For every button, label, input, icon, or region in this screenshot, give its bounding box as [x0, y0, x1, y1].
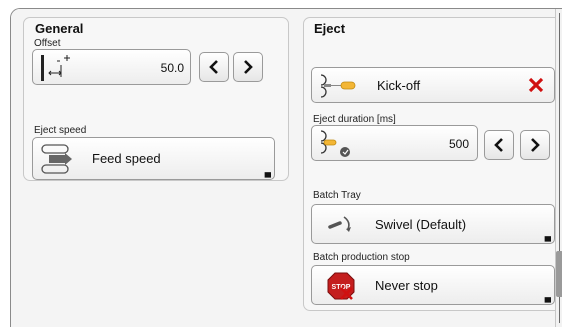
eject-mode-select[interactable]: Kick-off	[311, 67, 555, 103]
eject-speed-select[interactable]: Feed speed ▄	[32, 137, 275, 180]
offset-increase-button[interactable]	[233, 52, 263, 82]
batch-stop-label: Batch production stop	[313, 252, 410, 263]
settings-canvas: General Offset 50.0 Eject speed Feed spe…	[11, 9, 562, 327]
batch-tray-select[interactable]: Swivel (Default) ▄	[311, 204, 555, 244]
offset-icon	[41, 55, 70, 81]
batch-tray-label: Batch Tray	[313, 190, 361, 201]
dropdown-indicator-icon: ▄	[264, 167, 271, 177]
eject-duration-icon	[320, 130, 350, 157]
eject-speed-value: Feed speed	[92, 151, 161, 166]
offset-input[interactable]: 50.0	[32, 49, 191, 85]
general-title: General	[35, 21, 84, 36]
general-panel: General Offset 50.0 Eject speed Feed spe…	[23, 17, 289, 181]
offset-value: 50.0	[160, 61, 184, 75]
eject-duration-decrease-button[interactable]	[484, 130, 514, 160]
eject-duration-increase-button[interactable]	[520, 130, 550, 160]
eject-duration-input[interactable]: 500	[311, 125, 478, 161]
batch-stop-value: Never stop	[375, 278, 438, 293]
swivel-icon	[328, 216, 351, 232]
vertical-scrollbar[interactable]	[555, 9, 562, 327]
offset-label: Offset	[34, 38, 61, 49]
chevron-left-icon	[494, 138, 503, 152]
eject-mode-value: Kick-off	[377, 78, 421, 93]
scrollbar-thumb[interactable]	[556, 251, 562, 297]
feed-speed-icon	[41, 144, 72, 174]
settings-window: General Offset 50.0 Eject speed Feed spe…	[10, 8, 562, 327]
close-icon[interactable]	[528, 77, 544, 93]
dropdown-indicator-icon: ▄	[544, 231, 551, 241]
chevron-left-icon	[209, 60, 218, 74]
kick-off-icon	[320, 74, 356, 98]
eject-panel: Eject Kick-off Eject duration [ms] 500 B…	[303, 17, 562, 311]
eject-speed-label: Eject speed	[34, 125, 87, 136]
batch-stop-select[interactable]: STOP Never stop ▄	[311, 265, 555, 305]
eject-duration-label: Eject duration [ms]	[313, 114, 396, 125]
eject-duration-value: 500	[448, 137, 469, 151]
stop-sign-icon: STOP	[327, 272, 355, 300]
chevron-right-icon	[244, 60, 253, 74]
batch-tray-value: Swivel (Default)	[375, 217, 467, 232]
offset-decrease-button[interactable]	[199, 52, 229, 82]
eject-title: Eject	[314, 21, 346, 36]
dropdown-indicator-icon: ▄	[544, 292, 551, 302]
chevron-right-icon	[531, 138, 540, 152]
